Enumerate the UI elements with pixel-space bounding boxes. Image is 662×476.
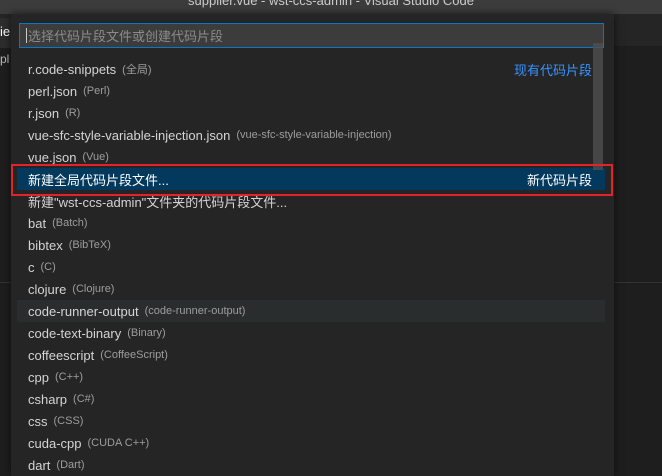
item-label: bibtex <box>28 237 63 253</box>
item-label: 新建全局代码片段文件... <box>28 172 169 188</box>
list-item-selected[interactable]: 新建全局代码片段文件... 新代码片段 <box>17 168 605 190</box>
item-label: r.json <box>28 105 60 121</box>
item-label: dart <box>28 457 51 473</box>
item-label: c <box>28 259 35 275</box>
list-item[interactable]: csharp (C#) <box>17 388 605 410</box>
list-item[interactable]: c (C) <box>17 256 605 278</box>
item-description: (Dart) <box>56 459 85 471</box>
text-caret <box>26 28 27 43</box>
item-description: (全局) <box>122 64 152 76</box>
item-description: (C#) <box>73 393 95 405</box>
list-item[interactable]: dart (Dart) <box>17 454 605 476</box>
item-description: (vue-sfc-style-variable-injection) <box>236 129 392 141</box>
list-item[interactable]: perl.json (Perl) <box>17 80 605 102</box>
item-label: perl.json <box>28 83 78 99</box>
item-label: bat <box>28 215 47 231</box>
item-description: (code-runner-output) <box>144 305 246 317</box>
background-breadcrumb-text: pl <box>0 52 10 66</box>
item-label: code-text-binary <box>28 325 122 341</box>
list-item[interactable]: css (CSS) <box>17 410 605 432</box>
quick-pick-list: r.code-snippets (全局) 现有代码片段 perl.json (P… <box>17 58 605 476</box>
list-item[interactable]: bat (Batch) <box>17 212 605 234</box>
list-item-hovered[interactable]: code-runner-output (code-runner-output) <box>17 300 605 322</box>
group-separator-label: 新代码片段 <box>526 172 592 188</box>
title-bar: supplier.vue - wst-ccs-admin - Visual St… <box>0 0 662 14</box>
item-description: (C) <box>40 261 56 273</box>
list-item[interactable]: cpp (C++) <box>17 366 605 388</box>
list-item[interactable]: r.json (R) <box>17 102 605 124</box>
item-label: coffeescript <box>28 347 95 363</box>
quick-pick-input[interactable]: 选择代码片段文件或创建代码片段 <box>19 23 604 48</box>
list-item[interactable]: 新建"wst-ccs-admin"文件夹的代码片段文件... <box>17 190 605 212</box>
item-description: (CoffeeScript) <box>100 349 168 361</box>
item-label: r.code-snippets <box>28 61 117 77</box>
item-label: clojure <box>28 281 67 297</box>
item-description: (Batch) <box>52 217 88 229</box>
item-label: css <box>28 413 48 429</box>
item-description: (CSS) <box>53 415 84 427</box>
item-label: csharp <box>28 391 68 407</box>
list-item[interactable]: code-text-binary (Binary) <box>17 322 605 344</box>
item-description: (C++) <box>54 371 84 383</box>
item-label: 新建"wst-ccs-admin"文件夹的代码片段文件... <box>28 194 288 210</box>
quick-pick-placeholder: 选择代码片段文件或创建代码片段 <box>28 29 224 44</box>
item-description: (R) <box>65 107 81 119</box>
list-item[interactable]: cuda-cpp (CUDA C++) <box>17 432 605 454</box>
item-description: (BibTeX) <box>68 239 111 251</box>
item-label: vue-sfc-style-variable-injection.json <box>28 127 231 143</box>
list-item[interactable]: vue-sfc-style-variable-injection.json (v… <box>17 124 605 146</box>
item-description: (Binary) <box>127 327 166 339</box>
item-description: (Vue) <box>82 151 109 163</box>
item-label: code-runner-output <box>28 303 139 319</box>
item-label: vue.json <box>28 149 77 165</box>
list-item[interactable]: coffeescript (CoffeeScript) <box>17 344 605 366</box>
item-description: (Perl) <box>83 85 111 97</box>
list-item[interactable]: bibtex (BibTeX) <box>17 234 605 256</box>
item-label: cuda-cpp <box>28 435 82 451</box>
item-description: (CUDA C++) <box>87 437 150 449</box>
item-description: (Clojure) <box>72 283 115 295</box>
list-item[interactable]: clojure (Clojure) <box>17 278 605 300</box>
group-separator-label: 现有代码片段 <box>513 62 592 78</box>
background-tab-label: ie <box>0 24 11 39</box>
list-item[interactable]: vue.json (Vue) <box>17 146 605 168</box>
snippet-quick-pick: 选择代码片段文件或创建代码片段 r.code-snippets (全局) 现有代… <box>11 14 614 476</box>
list-scrollbar-thumb[interactable] <box>593 43 603 170</box>
list-item[interactable]: r.code-snippets (全局) 现有代码片段 <box>17 58 605 80</box>
item-label: cpp <box>28 369 49 385</box>
window-title: supplier.vue - wst-ccs-admin - Visual St… <box>188 0 474 8</box>
